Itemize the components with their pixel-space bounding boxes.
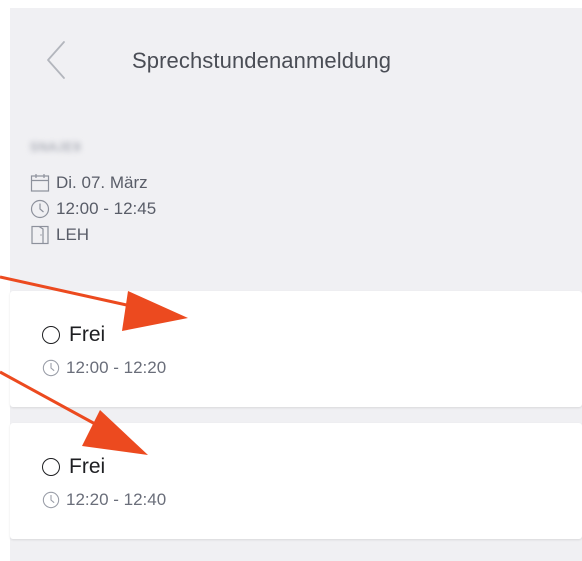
page-title: Sprechstundenanmeldung [132, 48, 392, 73]
back-button[interactable] [40, 38, 70, 82]
radio-circle-icon[interactable] [42, 458, 60, 476]
door-icon [31, 225, 49, 245]
slot-status-label: Frei [69, 455, 106, 478]
header: Sprechstundenanmeldung [10, 8, 582, 118]
calendar-icon [30, 174, 50, 192]
appointment-date-row: Di. 07. März [30, 170, 156, 196]
clock-icon [42, 491, 60, 509]
appointment-date: Di. 07. März [56, 173, 148, 192]
appointment-room-row: LEH [30, 222, 156, 248]
slot-time: 12:00 - 12:20 [42, 358, 166, 378]
chevron-left-icon [47, 41, 65, 79]
appointment-code: SNAJE9 [30, 140, 82, 154]
slot-time-label: 12:00 - 12:20 [66, 358, 167, 377]
radio-circle-icon[interactable] [42, 326, 60, 344]
appointment-time: 12:00 - 12:45 [56, 199, 157, 218]
slot-status: Frei [42, 455, 105, 479]
appointment-info: SNAJE9 Di. 07. März 12:00 - 12:45 LEH [30, 140, 156, 248]
slot-card[interactable]: Frei 12:00 - 12:20 [10, 291, 582, 407]
slot-time: 12:20 - 12:40 [42, 490, 166, 510]
clock-icon [30, 199, 50, 219]
slot-status: Frei [42, 323, 105, 347]
slot-card[interactable]: Frei 12:20 - 12:40 [10, 423, 582, 539]
clock-icon [42, 359, 60, 377]
slot-time-label: 12:20 - 12:40 [66, 490, 167, 509]
appointment-room: LEH [56, 225, 90, 244]
slot-status-label: Frei [69, 323, 106, 346]
app-screen: Sprechstundenanmeldung SNAJE9 Di. 07. Mä… [10, 8, 582, 561]
appointment-time-row: 12:00 - 12:45 [30, 196, 156, 222]
